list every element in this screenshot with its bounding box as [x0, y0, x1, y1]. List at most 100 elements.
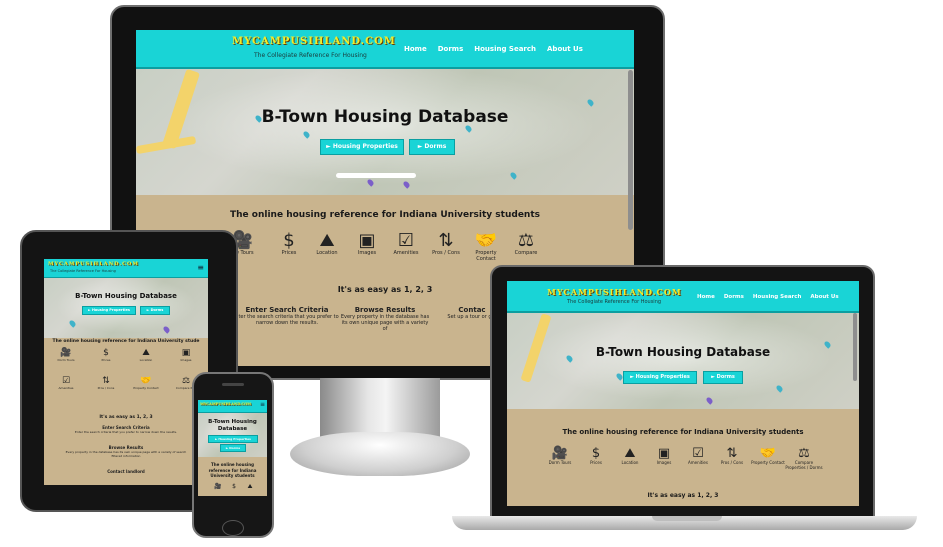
map-pin-icon[interactable] [302, 130, 311, 139]
phone-speaker [222, 383, 244, 386]
step-browse-results: Browse Results Every property in the data… [340, 306, 430, 332]
site-logo[interactable]: MYCAMPUSIHLAND.COM [48, 261, 139, 267]
step-enter-criteria: Enter Search Criteria Enter the search cr… [74, 425, 178, 434]
section-title: The online housing reference for Indiana… [562, 428, 804, 436]
feature-pros-cons[interactable]: ⇅ Pros / Cons [92, 376, 120, 391]
nav-dorms[interactable]: Dorms [724, 294, 744, 300]
feature-compare[interactable]: ⚖ Compare [506, 230, 546, 257]
navbar: MYCAMPUSIHLAND.COM The Collegiate Refere… [507, 281, 859, 313]
feature-pros-cons[interactable]: ⇅ Pros / Cons [715, 447, 749, 465]
map-pin-icon[interactable] [509, 171, 518, 180]
dorms-button[interactable]: ► Dorms [409, 139, 455, 155]
map-pin-icon[interactable] [162, 325, 171, 334]
photos-icon: ▣ [181, 348, 191, 358]
handshake-icon: 🤝 [759, 446, 777, 461]
feature-prices[interactable]: $ Prices [579, 447, 613, 465]
housing-properties-button[interactable]: ► Housing Properties [208, 435, 258, 443]
laptop-notch [652, 516, 722, 521]
feature-images[interactable]: ▣ Images [347, 230, 387, 257]
section-title: The online housing reference for Indiana… [52, 339, 200, 344]
map-road [336, 173, 416, 178]
nav-housing-search[interactable]: Housing Search [474, 45, 536, 53]
map-pin-icon[interactable] [402, 180, 411, 189]
phone-home-button[interactable] [222, 520, 244, 536]
step-enter-criteria: Enter Search Criteria nter the search cri… [235, 306, 339, 326]
step-browse-results: Browse Results Every property in the data… [65, 445, 187, 458]
dorms-button[interactable]: ► Dorms [703, 371, 743, 384]
map-location-icon: ⛰ [624, 446, 636, 461]
checkbox-icon: ☑ [61, 376, 71, 386]
feature-prices[interactable]: $ Prices [269, 230, 309, 257]
feature-location[interactable]: ⛰ Location [613, 447, 647, 465]
sort-arrows-icon: ⇅ [102, 376, 110, 386]
site-logo[interactable]: MYCAMPUSIHLAND.COM [232, 36, 396, 47]
nav-about-us[interactable]: About Us [810, 294, 838, 300]
nav-about-us[interactable]: About Us [547, 45, 583, 53]
feature-property-contact[interactable]: 🤝 Property Contact [132, 376, 160, 391]
step-contact: Contact landlord [107, 469, 145, 474]
feature-compare[interactable]: ⚖ Compare Properties / Dorms [785, 447, 823, 470]
laptop-screen: MYCAMPUSIHLAND.COM The Collegiate Refere… [507, 281, 859, 506]
checkbox-icon: ☑ [397, 230, 415, 251]
feature-prices[interactable]: $ Prices [92, 348, 120, 363]
monitor-stand-neck [320, 378, 440, 438]
handshake-icon: 🤝 [140, 376, 152, 386]
nav-home[interactable]: Home [697, 294, 715, 300]
easy-title: It's as easy as 1, 2, 3 [647, 492, 719, 499]
site-tagline: The Collegiate Reference For Housing [50, 269, 116, 273]
scrollbar[interactable] [853, 313, 857, 381]
hero-map: B-Town Housing Database ► Housing Proper… [507, 313, 859, 409]
site-tagline: The Collegiate Reference For Housing [254, 52, 367, 59]
hero-title: B-Town Housing Database [261, 107, 509, 127]
feature-location[interactable]: ⛰ Location [307, 230, 347, 257]
dollar-icon: $ [103, 348, 109, 358]
feature-amenities[interactable]: ☑ Amenities [52, 376, 80, 391]
hero-map: B-Town Housing Database ► Housing Proper… [136, 68, 634, 195]
hero-title: B-Town Housing Database [208, 419, 257, 432]
feature-images[interactable]: ▣ Images [172, 348, 200, 363]
feature-amenities[interactable]: ☑ Amenities [386, 230, 426, 257]
feature-property-contact[interactable]: 🤝 Property Contact [466, 232, 506, 263]
map-location-icon: ⛰ [319, 230, 335, 251]
dollar-icon: $ [283, 230, 295, 251]
scales-icon: ⚖ [517, 230, 535, 251]
scales-icon: ⚖ [798, 446, 810, 461]
feature-images[interactable]: ▣ Images [647, 447, 681, 465]
map-pin-icon[interactable] [366, 178, 375, 187]
nav-home[interactable]: Home [404, 45, 427, 53]
map-location-icon: ⛰ [247, 483, 253, 490]
feature-amenities[interactable]: ☑ Amenities [681, 447, 715, 465]
photos-icon: ▣ [358, 230, 376, 251]
nav-housing-search[interactable]: Housing Search [753, 294, 802, 300]
map-location-icon: ⛰ [142, 348, 150, 358]
map-pin-icon[interactable] [775, 384, 784, 393]
section-title: The online housing reference for Indiana… [208, 462, 257, 478]
feature-location[interactable]: ⛰ Location [132, 348, 160, 363]
feature-property-contact[interactable]: 🤝 Property Contact [751, 447, 785, 465]
navbar: MYCAMPUSIHLAND.COM The Collegiate Refere… [44, 259, 208, 279]
site-logo[interactable]: MYCAMPUSIHLAND.COM [547, 287, 682, 297]
nav-dorms[interactable]: Dorms [438, 45, 464, 53]
sort-arrows-icon: ⇅ [438, 230, 454, 251]
map-pin-icon[interactable] [68, 319, 77, 328]
film-camera-icon: 🎥 [551, 446, 569, 461]
site-logo[interactable]: MYCAMPUSIHLAND.COM [200, 402, 251, 406]
scrollbar[interactable] [628, 70, 633, 230]
map-pin-icon[interactable] [705, 396, 714, 405]
feature-pros-cons[interactable]: ⇅ Pros / Cons [426, 230, 466, 257]
feature-dorm-tours[interactable]: 🎥 Dorm Tours [543, 447, 577, 465]
feature-dorm-tours[interactable]: 🎥 Dorm Tours [52, 349, 80, 363]
tablet-screen: MYCAMPUSIHLAND.COM The Collegiate Refere… [44, 259, 208, 485]
dorms-button[interactable]: ► Dorms [220, 444, 246, 452]
feature-location[interactable]: ⛰ [240, 484, 260, 490]
dorms-button[interactable]: ► Dorms [140, 306, 170, 315]
housing-properties-button[interactable]: ► Housing Properties [82, 306, 136, 315]
hamburger-menu-icon[interactable]: ≡ [260, 401, 265, 408]
hero-title: B-Town Housing Database [75, 292, 177, 300]
hero-map: B-Town Housing Database ► Housing Proper… [198, 413, 267, 457]
housing-properties-button[interactable]: ► Housing Properties [623, 371, 697, 384]
housing-properties-button[interactable]: ► Housing Properties [320, 139, 404, 155]
hamburger-menu-icon[interactable]: ≡ [197, 263, 204, 272]
checkbox-icon: ☑ [692, 446, 704, 461]
map-pin-icon[interactable] [586, 98, 595, 107]
